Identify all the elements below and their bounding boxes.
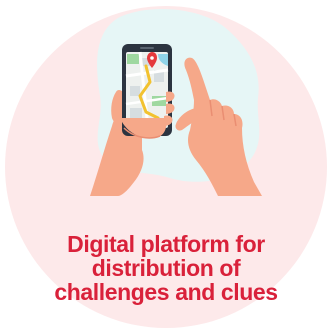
caption-line-3: challenges and clues xyxy=(54,279,278,305)
feature-card: Digital platform for distribution of cha… xyxy=(0,0,332,334)
feature-caption: Digital platform for distribution of cha… xyxy=(20,232,312,304)
map-block xyxy=(130,86,140,96)
caption-line-1: Digital platform for xyxy=(67,231,265,257)
map-park xyxy=(127,54,139,64)
phone-speaker xyxy=(140,47,154,49)
caption-line-2: distribution of xyxy=(91,255,241,281)
